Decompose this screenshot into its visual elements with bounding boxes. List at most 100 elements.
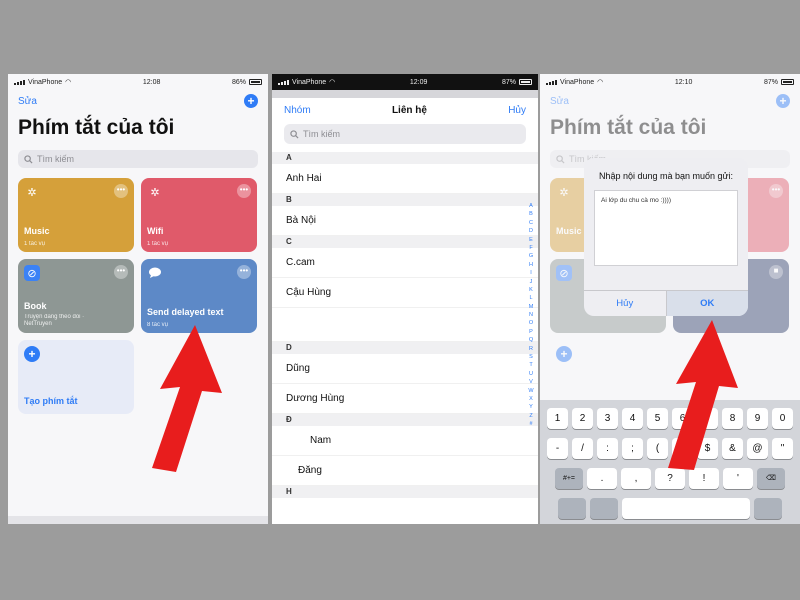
more-icon[interactable]: ••• (114, 265, 128, 279)
shortcut-card-send-delayed-text[interactable]: ••• Send delayed text 8 tác vụ (141, 259, 257, 333)
keyboard-key[interactable]: " (772, 438, 793, 459)
index-letter[interactable]: I (530, 269, 532, 277)
keyboard-key[interactable]: 0 (772, 408, 793, 429)
alphabet-index[interactable]: A B C D E F G H I J K L M N O P Q R S T U V W X Y Z # (527, 202, 535, 429)
plus-icon[interactable]: + (244, 94, 258, 108)
status-bar: VinaPhone ◠ 12:10 87% (540, 74, 800, 90)
index-letter[interactable]: F (529, 244, 532, 252)
index-letter[interactable]: M (529, 303, 534, 311)
signal-group: VinaPhone ◠ (278, 78, 335, 86)
contact-row[interactable]: Đăng (272, 456, 538, 486)
index-letter[interactable]: O (529, 319, 533, 327)
index-letter[interactable]: V (529, 378, 533, 386)
keyboard-key[interactable]: ' (723, 468, 753, 489)
keyboard-key[interactable]: . (587, 468, 617, 489)
keyboard-emoji-key[interactable] (590, 498, 618, 519)
keyboard-key[interactable]: 9 (747, 408, 768, 429)
index-letter[interactable]: Q (529, 336, 533, 344)
nav-bar: Nhóm Liên hệ Hủy (272, 98, 538, 122)
index-letter[interactable]: C (529, 219, 533, 227)
index-letter[interactable]: U (529, 370, 533, 378)
index-letter[interactable]: L (529, 294, 532, 302)
keyboard-space-key[interactable] (622, 498, 750, 519)
create-shortcut-button[interactable]: + Tạo phím tắt (18, 340, 134, 414)
keyboard-key[interactable]: ; (622, 438, 643, 459)
keyboard-key[interactable]: 4 (622, 408, 643, 429)
magic-wand-icon: ✲ (150, 186, 160, 199)
keyboard-key[interactable]: , (621, 468, 651, 489)
shortcut-card-wifi[interactable]: ✲ ••• Wifi 1 tác vụ (141, 178, 257, 252)
contact-row[interactable]: Cậu Hùng (272, 278, 538, 308)
keyboard-key[interactable]: - (547, 438, 568, 459)
index-letter[interactable]: H (529, 261, 533, 269)
keyboard-abc-key[interactable] (558, 498, 586, 519)
carrier-label: VinaPhone (292, 78, 327, 86)
keyboard-key[interactable]: ⌫ (757, 468, 785, 489)
contact-row[interactable]: Bà Nội (272, 206, 538, 236)
contact-row[interactable]: Dũng (272, 354, 538, 384)
keyboard-key[interactable]: 3 (597, 408, 618, 429)
keyboard-key[interactable]: @ (747, 438, 768, 459)
battery-icon (519, 79, 532, 85)
shortcut-grid: ✲ ••• Music 1 tác vụ ✲ ••• Wifi 1 tác vụ… (8, 178, 268, 414)
clock: 12:08 (142, 78, 161, 86)
index-letter[interactable]: D (529, 227, 533, 235)
red-arrow-annotation (152, 325, 222, 472)
index-letter[interactable]: X (529, 395, 533, 403)
keyboard-key[interactable]: #+= (555, 468, 583, 489)
index-letter[interactable]: Y (529, 403, 533, 411)
shortcuts-screen: VinaPhone ◠ 12:08 86% Sửa + Phím tắt của… (8, 74, 268, 524)
signal-icon (278, 79, 289, 85)
index-letter[interactable]: P (529, 328, 533, 336)
battery-icon (781, 79, 794, 85)
wifi-icon: ◠ (597, 79, 604, 86)
magic-wand-icon: ✲ (559, 186, 569, 199)
index-letter[interactable]: J (530, 278, 533, 286)
contact-row[interactable]: Anh Hai (272, 164, 538, 194)
input-dialog: Nhập nội dung mà bạn muốn gửi: Ai lớp du… (584, 158, 748, 316)
contact-row[interactable]: Nam (272, 426, 538, 456)
index-letter[interactable]: R (529, 345, 533, 353)
contact-row[interactable]: C.cam (272, 248, 538, 278)
keyboard-key[interactable]: ? (655, 468, 685, 489)
search-input[interactable]: Tìm kiếm (284, 124, 526, 144)
index-letter[interactable]: G (529, 252, 533, 260)
search-input[interactable]: Tìm kiếm (18, 150, 258, 168)
cancel-button[interactable]: Hủy (508, 105, 526, 116)
index-letter[interactable]: B (529, 210, 533, 218)
keyboard-key[interactable]: 2 (572, 408, 593, 429)
message-textarea[interactable]: Ai lớp du chu cà mo :)))) (594, 190, 738, 266)
dialog-ok-button[interactable]: OK (665, 291, 748, 316)
index-letter[interactable]: A (529, 202, 533, 210)
keyboard-key[interactable]: : (597, 438, 618, 459)
index-letter[interactable]: Z (529, 412, 532, 420)
shortcut-card-music[interactable]: ✲ ••• Music 1 tác vụ (18, 178, 134, 252)
battery-icon (249, 79, 262, 85)
contact-row[interactable]: Dương Hùng (272, 384, 538, 414)
more-icon[interactable]: ••• (114, 184, 128, 198)
signal-icon (546, 79, 557, 85)
index-letter[interactable]: T (529, 361, 532, 369)
section-header: Đ (272, 414, 538, 426)
shortcut-card-book[interactable]: ⊘ ••• Book Truyện đang theo dõi · NetTru… (18, 259, 134, 333)
edit-button[interactable]: Sửa (18, 96, 37, 107)
index-letter[interactable]: W (528, 387, 533, 395)
index-letter[interactable]: E (529, 236, 533, 244)
search-icon (556, 154, 565, 164)
index-letter[interactable]: # (529, 420, 532, 428)
keyboard-key[interactable]: ! (689, 468, 719, 489)
keyboard-return-key[interactable] (754, 498, 782, 519)
index-letter[interactable]: N (529, 311, 533, 319)
plus-circle-icon: + (556, 346, 572, 362)
more-icon[interactable]: ••• (237, 265, 251, 279)
contact-list: A Anh Hai B Bà Nội C C.cam Cậu Hùng D Dũ… (272, 152, 538, 498)
keyboard-key[interactable]: / (572, 438, 593, 459)
more-icon[interactable]: ••• (237, 184, 251, 198)
index-letter[interactable]: S (529, 353, 533, 361)
index-letter[interactable]: K (529, 286, 533, 294)
keyboard-key[interactable]: 1 (547, 408, 568, 429)
groups-button[interactable]: Nhóm (284, 105, 311, 116)
signal-group: VinaPhone ◠ (14, 78, 71, 86)
dialog-cancel-button[interactable]: Hủy (584, 291, 666, 316)
safari-icon: ⊘ (24, 265, 40, 281)
